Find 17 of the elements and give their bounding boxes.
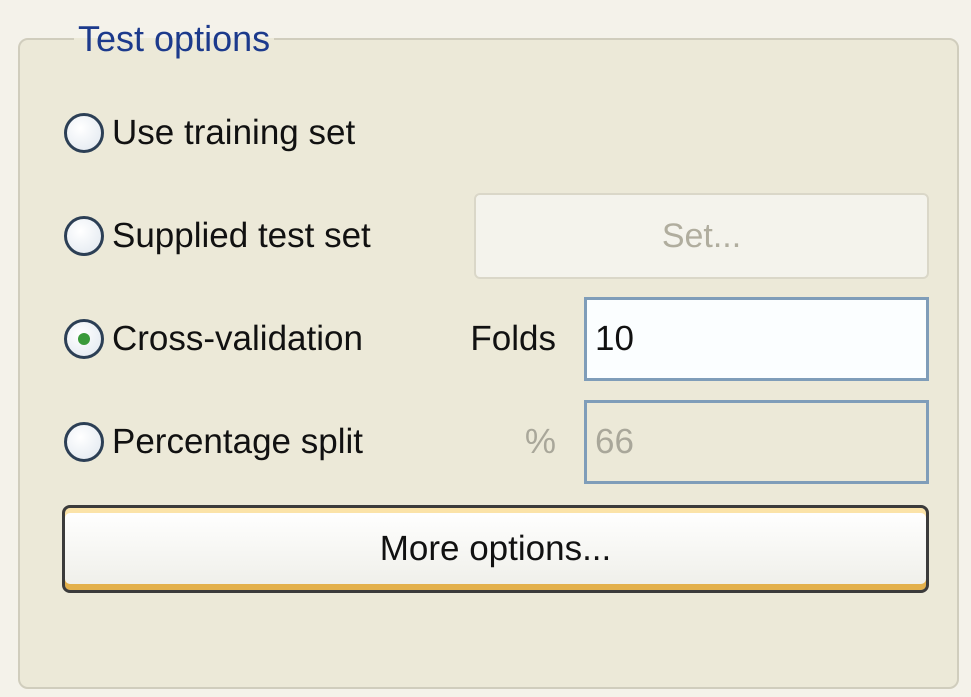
number-field[interactable]: 10 (584, 297, 929, 381)
option-label: Percentage split (112, 422, 363, 462)
radio-icon[interactable] (64, 113, 104, 153)
option-label: Cross-validation (112, 319, 363, 359)
radio-option[interactable]: Use training set (64, 113, 464, 153)
field-label: % (524, 422, 556, 462)
field-label: Folds (470, 319, 556, 359)
radio-option[interactable]: Supplied test set (64, 216, 464, 256)
radio-icon[interactable] (64, 216, 104, 256)
group-title: Test options (77, 18, 272, 60)
more-options-button[interactable]: More options... (62, 505, 929, 593)
radio-icon[interactable] (64, 319, 104, 359)
radio-icon[interactable] (64, 422, 104, 462)
option-label: Use training set (112, 113, 356, 153)
radio-option[interactable]: Percentage split (64, 422, 464, 462)
radio-option[interactable]: Cross-validation (64, 319, 464, 359)
option-label: Supplied test set (112, 216, 371, 256)
